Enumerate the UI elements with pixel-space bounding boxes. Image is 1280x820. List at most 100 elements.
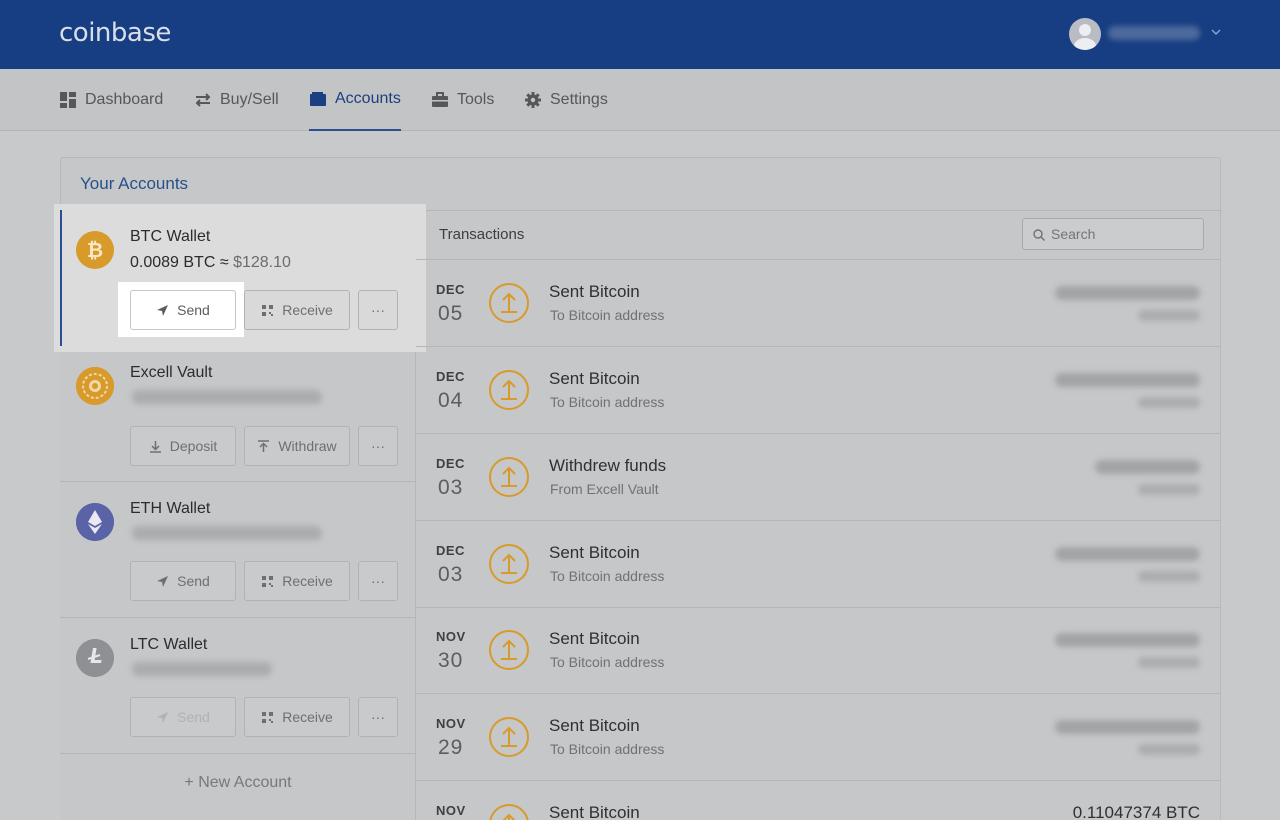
tx-subtitle: To Bitcoin address <box>550 654 665 670</box>
upload-icon <box>257 439 270 453</box>
tx-month: NOV <box>436 716 466 731</box>
account-btc-wallet[interactable]: ₿ BTC Wallet 0.0089 BTC ≈ $128.10 Send R… <box>60 210 416 346</box>
more-button[interactable]: ··· <box>358 290 398 330</box>
blurred-balance <box>132 526 322 540</box>
send-arrow-icon <box>488 456 530 498</box>
send-icon <box>156 575 169 588</box>
user-avatar[interactable] <box>1069 18 1101 50</box>
send-button[interactable]: Send <box>130 561 236 601</box>
deposit-label: Deposit <box>169 438 218 454</box>
tx-title: Sent Bitcoin <box>549 716 640 735</box>
send-label: Send <box>177 302 210 318</box>
transactions-header: Transactions <box>416 210 1220 260</box>
transaction-row[interactable]: NOV 30 Sent Bitcoin To Bitcoin address <box>416 607 1220 694</box>
toolbox-icon <box>431 91 449 109</box>
ethereum-icon <box>76 503 114 541</box>
tx-amount: 0.11047374 BTC <box>1072 803 1200 820</box>
panel-title: Your Accounts <box>80 174 189 193</box>
transaction-row[interactable]: DEC 03 Withdrew funds From Excell Vault <box>416 434 1220 521</box>
tx-month: NOV <box>436 803 466 818</box>
nav-settings-label: Settings <box>550 91 608 108</box>
blurred-fiat-amount <box>1138 310 1200 321</box>
send-label: Send <box>177 709 210 725</box>
transaction-row[interactable]: NOV Sent Bitcoin 0.11047374 BTC <box>416 781 1220 820</box>
svg-text:₿: ₿ <box>87 238 103 262</box>
account-ltc-wallet[interactable]: LTC Wallet Send Receive ··· <box>60 618 416 754</box>
tx-subtitle: To Bitcoin address <box>550 307 665 323</box>
send-icon <box>156 711 169 724</box>
avatar-head <box>1079 24 1091 36</box>
account-name: LTC Wallet <box>130 636 208 653</box>
withdraw-button[interactable]: Withdraw <box>244 426 350 466</box>
receive-label: Receive <box>282 302 333 318</box>
tx-title: Sent Bitcoin <box>549 629 640 648</box>
tx-title: Sent Bitcoin <box>549 369 640 388</box>
account-name: Excell Vault <box>130 364 213 381</box>
tx-day: 05 <box>438 302 464 325</box>
tx-title: Sent Bitcoin <box>549 803 640 820</box>
download-icon <box>149 440 162 453</box>
chevron-down-icon[interactable] <box>1210 26 1222 38</box>
account-name: ETH Wallet <box>130 500 211 517</box>
litecoin-icon <box>76 639 114 677</box>
blurred-amount <box>1095 460 1200 474</box>
deposit-button[interactable]: Deposit <box>130 426 236 466</box>
search-input[interactable] <box>1051 219 1201 249</box>
blurred-fiat-amount <box>1138 484 1200 495</box>
wallet-icon <box>309 90 327 108</box>
tx-day: 30 <box>438 649 464 672</box>
send-arrow-icon <box>488 803 530 820</box>
blurred-username[interactable] <box>1108 26 1200 40</box>
tx-month: NOV <box>436 629 466 644</box>
send-label: Send <box>177 573 210 589</box>
more-label: ··· <box>371 438 385 454</box>
more-label: ··· <box>371 709 385 725</box>
nav-dashboard[interactable]: Dashboard <box>59 69 163 131</box>
blurred-amount <box>1055 720 1200 734</box>
more-label: ··· <box>371 302 385 318</box>
vault-icon <box>76 367 114 405</box>
send-button[interactable]: Send <box>130 697 236 737</box>
blurred-amount <box>1055 373 1200 387</box>
blurred-balance <box>132 390 322 404</box>
main-nav: Dashboard Buy/Sell Accounts Tools Settin… <box>0 69 1280 131</box>
balance-usd: $128.10 <box>233 254 291 271</box>
send-button[interactable]: Send <box>130 290 236 330</box>
account-eth-wallet[interactable]: ETH Wallet Send Receive ··· <box>60 482 416 618</box>
account-name: BTC Wallet <box>130 228 211 245</box>
transaction-row[interactable]: NOV 29 Sent Bitcoin To Bitcoin address <box>416 694 1220 781</box>
tx-subtitle: To Bitcoin address <box>550 394 665 410</box>
nav-dashboard-label: Dashboard <box>85 91 164 108</box>
receive-button[interactable]: Receive <box>244 561 350 601</box>
new-account-button[interactable]: + New Account <box>60 754 416 812</box>
more-button[interactable]: ··· <box>358 561 398 601</box>
nav-accounts[interactable]: Accounts <box>309 69 401 131</box>
receive-button[interactable]: Receive <box>244 290 350 330</box>
top-bar: coinbase <box>0 0 1280 69</box>
search-box[interactable] <box>1022 218 1204 250</box>
swap-icon <box>194 91 212 109</box>
transaction-row[interactable]: DEC 04 Sent Bitcoin To Bitcoin address <box>416 347 1220 434</box>
transaction-row[interactable]: DEC 05 Sent Bitcoin To Bitcoin address <box>416 260 1220 347</box>
qr-code-icon <box>261 575 274 588</box>
account-excell-vault[interactable]: Excell Vault Deposit Withdraw ··· <box>60 346 416 482</box>
more-button[interactable]: ··· <box>358 697 398 737</box>
more-button[interactable]: ··· <box>358 426 398 466</box>
tx-month: DEC <box>436 543 465 558</box>
tx-subtitle: To Bitcoin address <box>550 568 665 584</box>
receive-button[interactable]: Receive <box>244 697 350 737</box>
nav-buy-sell[interactable]: Buy/Sell <box>194 69 279 131</box>
receive-label: Receive <box>282 709 333 725</box>
bitcoin-icon: ₿ <box>76 231 114 269</box>
blurred-amount <box>1055 633 1200 647</box>
nav-tools[interactable]: Tools <box>431 69 494 131</box>
search-icon <box>1033 228 1045 241</box>
nav-settings[interactable]: Settings <box>524 69 608 131</box>
tx-day: 04 <box>438 389 464 412</box>
account-balance: 0.0089 BTC ≈ $128.10 <box>130 254 291 272</box>
coinbase-logo[interactable]: coinbase <box>59 18 171 48</box>
send-icon <box>156 304 169 317</box>
tx-title: Sent Bitcoin <box>549 543 640 562</box>
transaction-row[interactable]: DEC 03 Sent Bitcoin To Bitcoin address <box>416 521 1220 608</box>
qr-code-icon <box>261 711 274 724</box>
